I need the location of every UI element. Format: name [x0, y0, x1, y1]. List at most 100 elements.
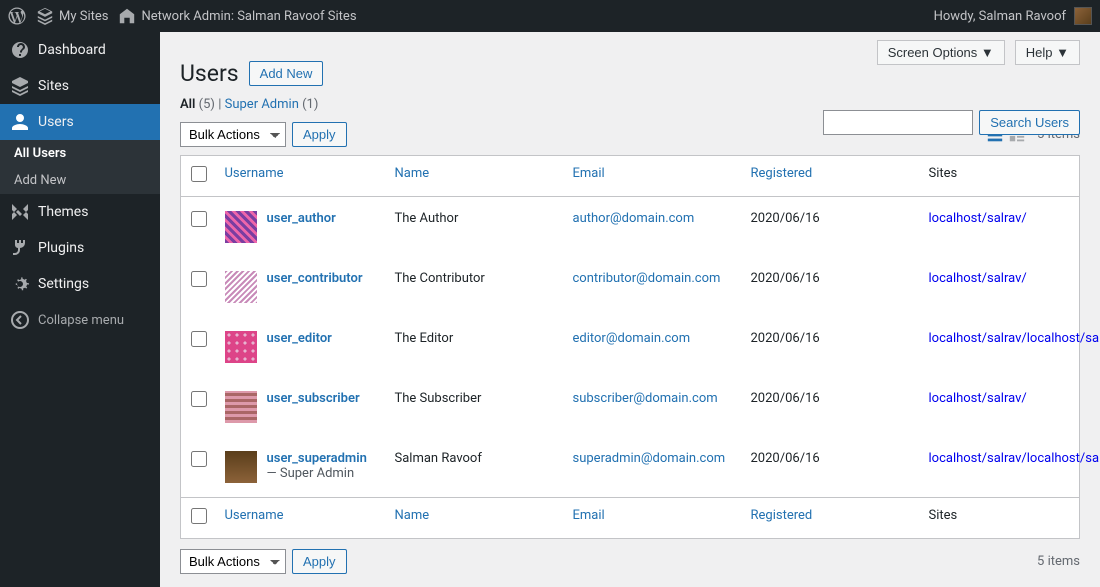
admin-sidebar: Dashboard Sites Users All Users Add New … [0, 32, 160, 587]
sidebar-item-themes[interactable]: Themes [0, 194, 160, 230]
col-email[interactable]: Email [573, 166, 605, 181]
avatar-icon [1074, 7, 1092, 25]
cell-sites: localhost/salrav/ [919, 257, 1080, 317]
email-link[interactable]: author@domain.com [573, 211, 695, 226]
cell-name: The Subscriber [385, 377, 563, 437]
apply-button-bottom[interactable]: Apply [292, 549, 347, 574]
cell-registered: 2020/06/16 [741, 377, 919, 437]
site-link[interactable]: localhost/salrav/ [929, 391, 1027, 406]
filter-all[interactable]: All (5) [180, 97, 215, 112]
content-area: Screen Options ▼ Help ▼ Users Add New Al… [160, 32, 1100, 587]
select-all-top[interactable] [191, 166, 207, 182]
sidebar-item-sites[interactable]: Sites [0, 68, 160, 104]
col-sites: Sites [919, 156, 1080, 197]
site-link[interactable]: localhost/salrav/cats/ [1027, 451, 1100, 466]
sites-icon [36, 7, 54, 25]
cell-name: The Author [385, 197, 563, 258]
settings-icon [10, 274, 30, 294]
role-tag: — Super Admin [267, 466, 355, 481]
bulk-actions-select-top[interactable]: Bulk Actions [180, 122, 286, 147]
sites-label: Sites [38, 78, 69, 94]
email-link[interactable]: contributor@domain.com [573, 271, 721, 286]
sidebar-item-users[interactable]: Users [0, 104, 160, 140]
users-icon [10, 112, 30, 132]
col-registered-foot[interactable]: Registered [751, 508, 813, 523]
col-email-foot[interactable]: Email [573, 508, 605, 523]
users-table: Username Name Email Registered Sites use… [180, 155, 1080, 539]
search-button[interactable]: Search Users [979, 110, 1080, 135]
filter-super-admin[interactable]: Super Admin [225, 97, 299, 112]
sidebar-item-dashboard[interactable]: Dashboard [0, 32, 160, 68]
cell-registered: 2020/06/16 [741, 437, 919, 498]
collapse-label: Collapse menu [38, 313, 124, 328]
username-link[interactable]: user_superadmin [267, 451, 367, 466]
account-link[interactable]: Howdy, Salman Ravoof [934, 7, 1092, 25]
plugins-label: Plugins [38, 240, 84, 256]
plugins-icon [10, 238, 30, 258]
site-link[interactable]: localhost/salrav/ [929, 211, 1027, 226]
help-button[interactable]: Help ▼ [1015, 40, 1080, 65]
site-link[interactable]: localhost/salrav/elephants/ [1027, 331, 1100, 346]
table-row: user_superadmin — Super Admin Salman Rav… [181, 437, 1080, 498]
wordpress-icon [8, 7, 26, 25]
wp-logo[interactable] [8, 7, 26, 25]
cell-sites: localhost/salrav/ [919, 377, 1080, 437]
cell-sites: localhost/salrav/localhost/salrav/cats/l… [919, 437, 1080, 498]
sidebar-item-plugins[interactable]: Plugins [0, 230, 160, 266]
add-new-button[interactable]: Add New [249, 61, 324, 86]
table-row: user_subscriber The Subscriber subscribe… [181, 377, 1080, 437]
row-checkbox[interactable] [191, 331, 207, 347]
table-row: user_contributor The Contributor contrib… [181, 257, 1080, 317]
settings-label: Settings [38, 276, 89, 292]
email-link[interactable]: subscriber@domain.com [573, 391, 718, 406]
cell-name: Salman Ravoof [385, 437, 563, 498]
table-row: user_editor The Editor editor@domain.com… [181, 317, 1080, 377]
dashboard-label: Dashboard [38, 42, 106, 58]
avatar [225, 451, 257, 483]
search-input[interactable] [823, 110, 973, 135]
username-link[interactable]: user_contributor [267, 271, 363, 286]
username-link[interactable]: user_subscriber [267, 391, 360, 406]
site-link[interactable]: localhost/salrav/ [929, 271, 1027, 286]
item-count-bottom: 5 items [1037, 554, 1080, 569]
submenu-all-users[interactable]: All Users [0, 140, 160, 167]
username-link[interactable]: user_editor [267, 331, 332, 346]
site-link[interactable]: localhost/salrav/ [929, 331, 1027, 346]
cell-name: The Contributor [385, 257, 563, 317]
collapse-icon [10, 310, 30, 330]
cell-registered: 2020/06/16 [741, 197, 919, 258]
col-name-foot[interactable]: Name [395, 508, 430, 523]
avatar [225, 211, 257, 243]
username-link[interactable]: user_author [267, 211, 336, 226]
col-username[interactable]: Username [225, 166, 284, 181]
row-checkbox[interactable] [191, 211, 207, 227]
topbar: My Sites Network Admin: Salman Ravoof Si… [0, 0, 1100, 32]
apply-button-top[interactable]: Apply [292, 122, 347, 147]
sites-icon [10, 76, 30, 96]
row-checkbox[interactable] [191, 271, 207, 287]
collapse-menu[interactable]: Collapse menu [0, 302, 160, 338]
screen-options-button[interactable]: Screen Options ▼ [877, 40, 1005, 65]
site-link[interactable]: localhost/salrav/ [929, 451, 1027, 466]
col-registered[interactable]: Registered [751, 166, 813, 181]
submenu-add-new[interactable]: Add New [0, 167, 160, 194]
email-link[interactable]: superadmin@domain.com [573, 451, 726, 466]
bulk-actions-select-bottom[interactable]: Bulk Actions [180, 549, 286, 574]
avatar [225, 271, 257, 303]
my-sites-link[interactable]: My Sites [36, 7, 108, 25]
row-checkbox[interactable] [191, 451, 207, 467]
home-icon [118, 7, 136, 25]
row-checkbox[interactable] [191, 391, 207, 407]
themes-label: Themes [38, 204, 88, 220]
sidebar-item-settings[interactable]: Settings [0, 266, 160, 302]
col-sites-foot: Sites [919, 498, 1080, 539]
network-admin-link[interactable]: Network Admin: Salman Ravoof Sites [118, 7, 356, 25]
dashboard-icon [10, 40, 30, 60]
table-row: user_author The Author author@domain.com… [181, 197, 1080, 258]
themes-icon [10, 202, 30, 222]
cell-sites: localhost/salrav/localhost/salrav/elepha… [919, 317, 1080, 377]
email-link[interactable]: editor@domain.com [573, 331, 691, 346]
col-name[interactable]: Name [395, 166, 430, 181]
col-username-foot[interactable]: Username [225, 508, 284, 523]
select-all-bottom[interactable] [191, 508, 207, 524]
